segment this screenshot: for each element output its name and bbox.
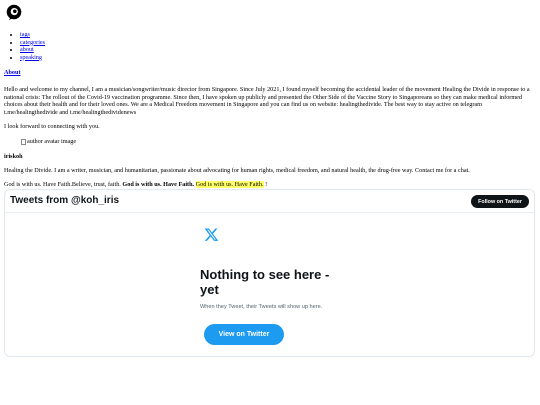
x-logo-icon xyxy=(204,227,219,242)
faith-highlight: God is with us. Have Faith. xyxy=(195,181,264,188)
twitter-header: Tweets from @koh_iris Follow on Twitter xyxy=(5,190,534,213)
about-heading-link[interactable]: About xyxy=(4,69,21,77)
faith-end: ! xyxy=(265,181,268,188)
nav-item-speaking: speaking xyxy=(20,54,45,62)
author-name: iriskoh xyxy=(4,153,23,160)
twitter-title: Tweets from @koh_iris xyxy=(10,195,120,206)
about-intro-text: Hello and welcome to my channel, I am a … xyxy=(4,86,530,116)
connect-text: I look forward to connecting with you. xyxy=(4,123,100,130)
faith-text: God is with us. Have Faith.Believe, trus… xyxy=(4,181,267,189)
nav-link-categories[interactable]: categories xyxy=(20,39,45,46)
author-avatar-alt: author avatar image xyxy=(27,138,77,145)
brand-logo-icon[interactable] xyxy=(6,4,22,22)
view-on-twitter-button[interactable]: View on Twitter xyxy=(204,324,284,345)
author-bio: Healing the Divide. I am a writer, music… xyxy=(4,167,470,174)
broken-image-icon xyxy=(21,138,26,145)
empty-state-title: Nothing to see here - yet xyxy=(200,267,330,297)
nav-item-categories: categories xyxy=(20,39,45,47)
twitter-timeline-embed: Tweets from @koh_iris Follow on Twitter … xyxy=(4,189,535,357)
author-avatar-image: author avatar image xyxy=(21,138,76,146)
empty-state-subtitle: When they Tweet, their Tweets will show … xyxy=(200,304,323,310)
nav-link-about[interactable]: about xyxy=(20,46,34,53)
faith-plain: God is with us. Have Faith.Believe, trus… xyxy=(4,181,121,188)
nav-link-tags[interactable]: tags xyxy=(20,31,30,38)
follow-on-twitter-button[interactable]: Follow on Twitter xyxy=(471,195,529,208)
faith-bold: God is with us. Have Faith. xyxy=(122,181,195,188)
nav-list: tags categories about speaking xyxy=(6,31,45,61)
nav-item-tags: tags xyxy=(20,31,45,39)
nav-item-about: about xyxy=(20,46,45,54)
nav-link-speaking[interactable]: speaking xyxy=(20,54,42,61)
